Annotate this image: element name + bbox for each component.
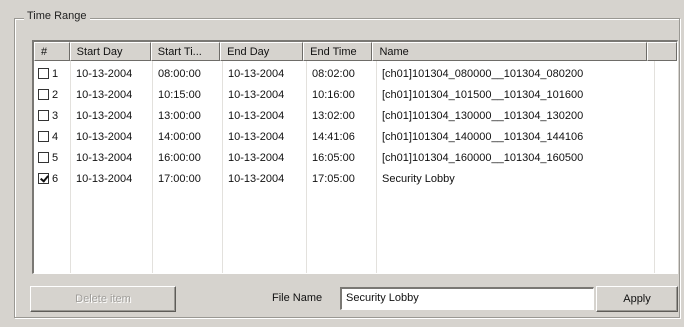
list-rows: 1 10-13-2004 08:00:00 10-13-2004 08:02:00 [ch… <box>34 63 677 189</box>
start-time-cell: 14:00:00 <box>158 130 201 143</box>
table-row[interactable]: 3 10-13-2004 13:00:00 10-13-2004 13:02:00 [ch… <box>34 105 677 126</box>
row-checkbox[interactable] <box>38 131 49 142</box>
end-time-cell: 17:05:00 <box>312 172 355 185</box>
row-number: 4 <box>52 130 59 143</box>
row-checkbox[interactable] <box>38 152 49 163</box>
end-time-cell: 10:16:00 <box>312 88 355 101</box>
col-header-filler <box>647 42 677 61</box>
row-number: 3 <box>52 109 59 122</box>
col-header-number[interactable]: # <box>34 42 70 61</box>
col-header-start-day[interactable]: Start Day <box>69 42 151 61</box>
end-time-cell: 16:05:00 <box>312 151 355 164</box>
end-day-cell: 10-13-2004 <box>228 172 285 185</box>
end-day-cell: 10-13-2004 <box>228 130 285 143</box>
start-time-cell: 17:00:00 <box>158 172 201 185</box>
row-select-cell: 1 <box>34 68 70 80</box>
time-range-title: Time Range <box>24 10 90 22</box>
start-day-cell: 10-13-2004 <box>76 151 133 164</box>
row-number: 1 <box>52 67 59 80</box>
name-cell: [ch01]101304_140000__101304_144106 <box>382 130 584 143</box>
start-day-cell: 10-13-2004 <box>76 67 133 80</box>
start-day-cell: 10-13-2004 <box>76 88 133 101</box>
row-select-cell: 2 <box>34 89 70 101</box>
table-row[interactable]: 5 10-13-2004 16:00:00 10-13-2004 16:05:00 [ch… <box>34 147 677 168</box>
start-day-cell: 10-13-2004 <box>76 109 133 122</box>
row-select-cell: 4 <box>34 131 70 143</box>
delete-item-button[interactable]: Delete item <box>30 286 176 312</box>
end-day-cell: 10-13-2004 <box>228 151 285 164</box>
start-time-cell: 08:00:00 <box>158 67 201 80</box>
row-number: 5 <box>52 151 59 164</box>
row-number: 6 <box>52 172 59 185</box>
table-row[interactable]: 6 10-13-2004 17:00:00 10-13-2004 17:05:00 Sec… <box>34 168 677 189</box>
row-checkbox[interactable] <box>38 89 49 100</box>
table-row[interactable]: 1 10-13-2004 08:00:00 10-13-2004 08:02:00 [ch… <box>34 63 677 84</box>
col-header-end-time[interactable]: End Time <box>303 42 373 61</box>
end-day-cell: 10-13-2004 <box>228 109 285 122</box>
list-header: # Start Day Start Ti... End Day End Time… <box>34 42 677 61</box>
col-header-end-day[interactable]: End Day <box>220 42 304 61</box>
start-time-cell: 16:00:00 <box>158 151 201 164</box>
end-time-cell: 14:41:06 <box>312 130 355 143</box>
start-time-cell: 13:00:00 <box>158 109 201 122</box>
row-number: 2 <box>52 88 59 101</box>
end-time-cell: 08:02:00 <box>312 67 355 80</box>
apply-button[interactable]: Apply <box>596 286 678 312</box>
row-select-cell: 6 <box>34 173 70 185</box>
name-cell: [ch01]101304_130000__101304_130200 <box>382 109 584 122</box>
file-name-input[interactable]: Security Lobby <box>340 287 594 310</box>
end-day-cell: 10-13-2004 <box>228 88 285 101</box>
row-checkbox[interactable] <box>38 68 49 79</box>
start-day-cell: 10-13-2004 <box>76 130 133 143</box>
start-day-cell: 10-13-2004 <box>76 172 133 185</box>
row-checkbox[interactable] <box>38 173 49 184</box>
start-time-cell: 10:15:00 <box>158 88 201 101</box>
name-cell: [ch01]101304_080000__101304_080200 <box>382 67 584 80</box>
table-row[interactable]: 2 10-13-2004 10:15:00 10-13-2004 10:16:00 [ch… <box>34 84 677 105</box>
end-day-cell: 10-13-2004 <box>228 67 285 80</box>
row-select-cell: 3 <box>34 110 70 122</box>
name-cell: Security Lobby <box>382 172 455 185</box>
col-header-name[interactable]: Name <box>372 42 648 61</box>
row-checkbox[interactable] <box>38 110 49 121</box>
time-range-list[interactable]: # Start Day Start Ti... End Day End Time… <box>32 40 678 274</box>
col-header-start-time[interactable]: Start Ti... <box>150 42 221 61</box>
name-cell: [ch01]101304_160000__101304_160500 <box>382 151 584 164</box>
name-cell: [ch01]101304_101500__101304_101600 <box>382 88 584 101</box>
end-time-cell: 13:02:00 <box>312 109 355 122</box>
row-select-cell: 5 <box>34 152 70 164</box>
file-name-label: File Name <box>272 292 323 304</box>
table-row[interactable]: 4 10-13-2004 14:00:00 10-13-2004 14:41:06 [ch… <box>34 126 677 147</box>
